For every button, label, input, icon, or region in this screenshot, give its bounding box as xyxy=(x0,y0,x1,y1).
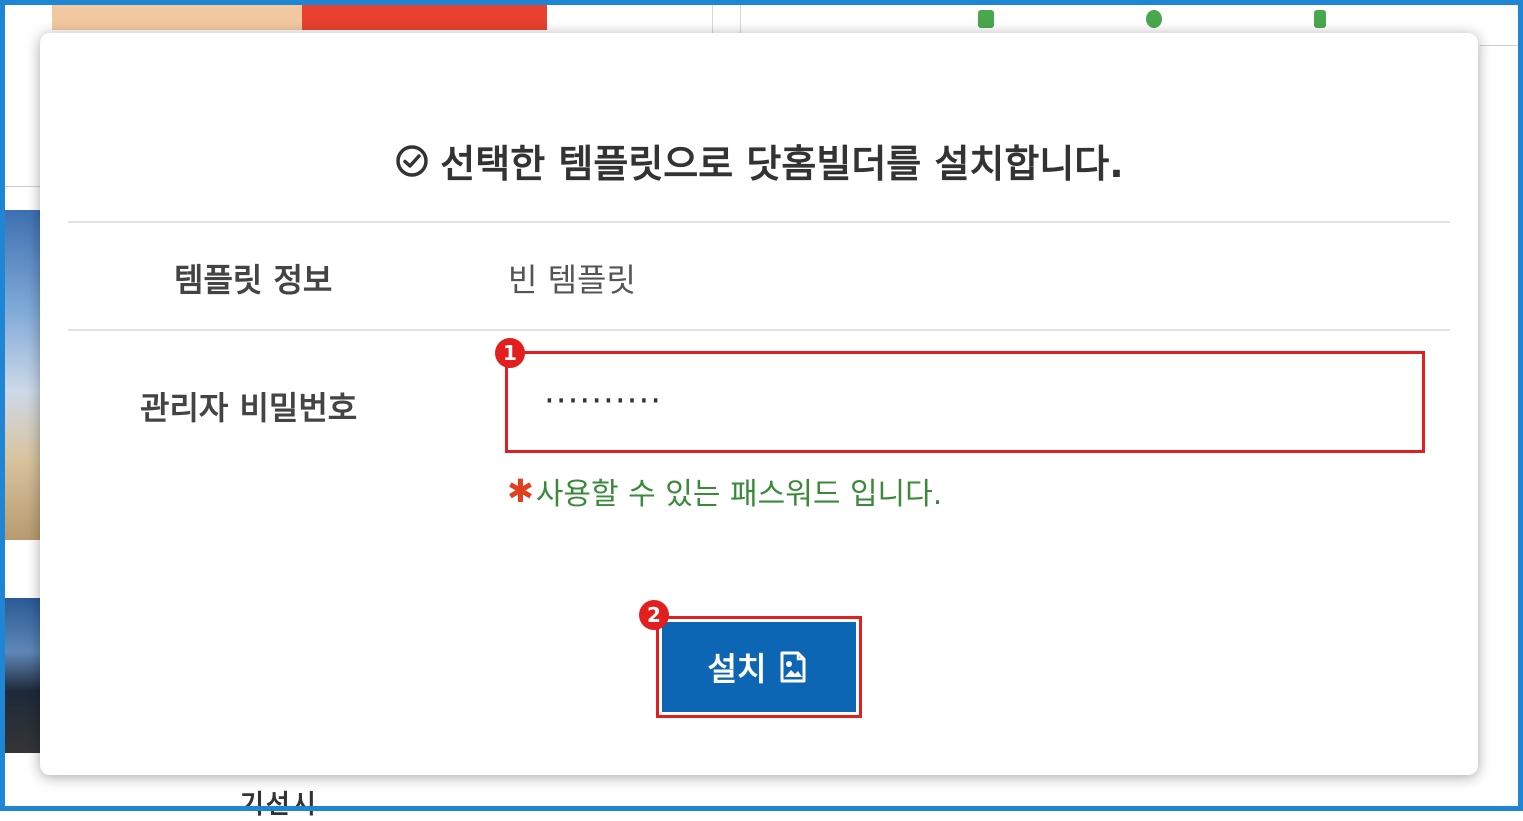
background-divider xyxy=(712,0,713,34)
dialog-title: 선택한 템플릿으로 닷홈빌더를 설치합니다. xyxy=(40,133,1478,188)
background-photo xyxy=(5,210,40,540)
background-divider xyxy=(1480,45,1518,46)
image-file-icon xyxy=(776,650,810,684)
dialog-title-text: 선택한 템플릿으로 닷홈빌더를 설치합니다. xyxy=(440,142,1124,186)
password-hint-text: 사용할 수 있는 패스워드 입니다. xyxy=(535,477,943,512)
leaf-icon xyxy=(1146,10,1162,28)
admin-password-input[interactable] xyxy=(544,376,1384,426)
divider xyxy=(68,329,1450,331)
check-circle-icon xyxy=(394,143,430,179)
install-dialog: 선택한 템플릿으로 닷홈빌더를 설치합니다. 템플릿 정보 빈 템플릿 관리자 … xyxy=(40,33,1478,775)
step-badge-1: 1 xyxy=(495,338,525,368)
building-icon xyxy=(1314,10,1326,28)
install-button[interactable]: 설치 xyxy=(662,622,856,712)
install-button-highlight: 설치 xyxy=(656,616,862,718)
template-info-label: 템플릿 정보 xyxy=(174,261,333,299)
template-info-value: 빈 템플릿 xyxy=(508,261,636,299)
background-photo xyxy=(5,598,40,753)
background-divider xyxy=(740,0,741,34)
train-icon xyxy=(978,10,994,28)
divider xyxy=(68,221,1450,223)
background-text: 기선시 xyxy=(240,790,318,820)
password-field-highlight xyxy=(505,351,1425,453)
admin-password-label: 관리자 비밀번호 xyxy=(140,389,358,427)
install-button-label: 설치 xyxy=(707,650,767,688)
background-banner-left xyxy=(52,0,302,30)
background-divider xyxy=(5,186,40,187)
background-banner-right xyxy=(302,0,547,30)
asterisk-icon: ✱ xyxy=(507,472,534,510)
step-badge-2: 2 xyxy=(639,600,669,630)
password-hint: ✱ 사용할 수 있는 패스워드 입니다. xyxy=(507,469,942,513)
